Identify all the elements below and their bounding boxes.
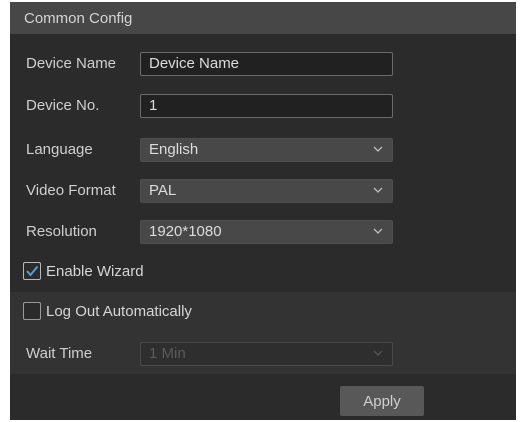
resolution-value: 1920*1080 [149, 223, 222, 240]
resolution-select[interactable]: 1920*1080 [140, 220, 393, 244]
basic-settings-section: Device Name Device Name Device No. 1 Lan… [10, 34, 516, 292]
device-name-value: Device Name [149, 55, 240, 72]
language-label: Language [26, 141, 93, 158]
device-name-label: Device Name [26, 55, 117, 72]
enable-wizard-checkbox[interactable]: Enable Wizard [23, 262, 144, 280]
language-select[interactable]: English [140, 138, 393, 162]
auto-logout-section: Log Out Automatically Wait Time 1 Min [10, 292, 516, 374]
panel-header: Common Config [10, 2, 516, 34]
common-config-panel: Common Config Device Name Device Name De… [10, 2, 516, 420]
enable-wizard-label: Enable Wizard [46, 262, 144, 280]
chevron-down-icon [373, 350, 383, 356]
checkbox-unchecked-icon[interactable] [23, 302, 41, 320]
log-out-automatically-label: Log Out Automatically [46, 302, 192, 320]
video-format-select[interactable]: PAL [140, 179, 393, 203]
device-no-value: 1 [149, 97, 158, 114]
device-no-label: Device No. [26, 97, 100, 114]
wait-time-label: Wait Time [26, 345, 93, 362]
checkbox-checked-icon[interactable] [23, 262, 41, 280]
footer-section [10, 374, 516, 420]
log-out-automatically-checkbox[interactable]: Log Out Automatically [23, 302, 192, 320]
wait-time-select[interactable]: 1 Min [140, 342, 393, 366]
wait-time-value: 1 Min [149, 345, 186, 362]
chevron-down-icon [373, 146, 383, 152]
apply-button[interactable]: Apply [340, 386, 424, 416]
resolution-label: Resolution [26, 223, 97, 240]
video-format-value: PAL [149, 182, 177, 199]
language-value: English [149, 141, 199, 158]
panel-title: Common Config [24, 9, 133, 27]
chevron-down-icon [373, 187, 383, 193]
device-name-input[interactable]: Device Name [140, 52, 393, 76]
device-no-input[interactable]: 1 [140, 94, 393, 118]
chevron-down-icon [373, 228, 383, 234]
video-format-label: Video Format [26, 182, 116, 199]
